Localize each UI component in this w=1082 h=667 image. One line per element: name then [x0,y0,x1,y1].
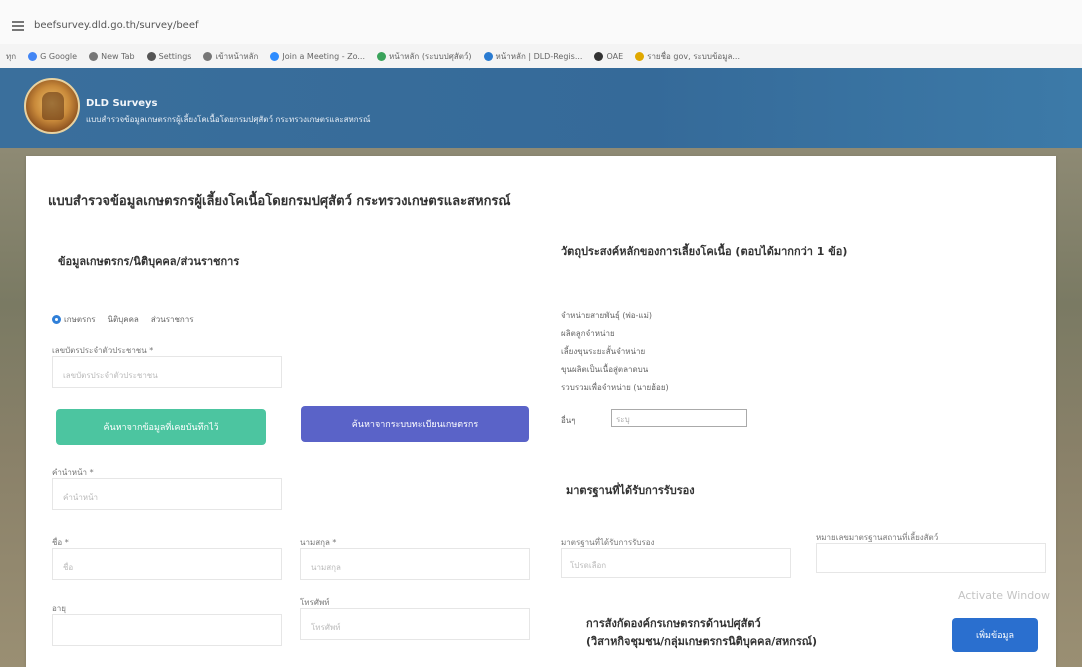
standard-select[interactable]: โปรดเลือก [561,548,791,578]
bookmark-oae[interactable]: OAE [594,51,623,61]
purpose-option-short-fattening[interactable]: เลี้ยงขุนระยะสั้นจำหน่าย [561,345,645,358]
globe-icon [89,51,99,61]
site-subtitle: แบบสำรวจข้อมูลเกษตรกรผู้เลี้ยงโคเนื้อโดย… [86,115,371,124]
standards-section-title: มาตรฐานที่ได้รับการรับรอง [566,484,695,497]
purpose-option-trader[interactable]: รวบรวมเพื่อจำหน่าย (นายฮ้อย) [561,381,669,394]
apps-icon [635,51,645,61]
survey-form-card: แบบสำรวจข้อมูลเกษตรกรผู้เลี้ยงโคเนื้อโดย… [26,156,1056,667]
globe-icon [594,51,604,61]
prefix-input[interactable]: คำนำหน้า [52,478,282,510]
site-info-icon[interactable] [12,20,24,31]
bookmark-gov[interactable]: รายชื่อ gov, ระบบข้อมูล... [635,50,740,63]
id-card-input[interactable]: เลขบัตรประจำตัวประชาชน [52,356,282,388]
radio-selected-icon [52,315,61,324]
add-affiliation-button[interactable]: เพิ่มข้อมูล [952,618,1038,652]
bookmark-google[interactable]: G Google [28,51,77,61]
bookmark-zoom[interactable]: Join a Meeting - Zo... [270,51,365,61]
bookmark-settings[interactable]: Settings [146,51,191,61]
google-icon [28,51,38,61]
windows-activation-watermark: Activate Window [958,589,1050,602]
bookmark-dld-regis[interactable]: หน้าหลัก | DLD-Regis... [483,50,582,63]
farmer-type-radio-group: เกษตรกร นิติบุคคล ส่วนราชการ [52,313,194,326]
lastname-input[interactable]: นามสกุล [300,548,530,580]
site-header: DLD Surveys แบบสำรวจข้อมูลเกษตรกรผู้เลี้… [0,68,1082,148]
affiliation-title-line2: (วิสาหกิจชุมชน/กลุ่มเกษตรกรนิติบุคคล/สหก… [586,635,817,648]
purpose-option-breeding[interactable]: จำหน่ายสายพันธุ์ (พ่อ-แม่) [561,309,652,322]
leaf-icon [377,51,387,61]
affiliation-title-line1: การสังกัดองค์กรเกษตรกรด้านปศุสัตว์ [586,617,761,630]
site-title[interactable]: DLD Surveys [86,98,157,109]
phone-input[interactable]: โทรศัพท์ [300,608,530,640]
bookmark-new-tab[interactable]: New Tab [89,51,135,61]
dld-logo[interactable] [24,78,80,134]
purpose-section-title: วัตถุประสงค์หลักของการเลี้ยงโคเนื้อ (ตอบ… [561,245,848,258]
radio-juristic[interactable]: นิติบุคคล [107,313,138,326]
apps-shortcut[interactable]: ทุก [6,50,16,63]
form-title: แบบสำรวจข้อมูลเกษตรกรผู้เลี้ยงโคเนื้อโดย… [48,194,511,209]
gear-icon [146,51,156,61]
radio-government[interactable]: ส่วนราชการ [151,313,194,326]
certificate-number-input[interactable] [816,543,1046,573]
purpose-option-calves[interactable]: ผลิตลูกจำหน่าย [561,327,615,340]
firstname-input[interactable]: ชื่อ [52,548,282,580]
radio-farmer[interactable]: เกษตรกร [52,313,95,326]
url-text[interactable]: beefsurvey.dld.go.th/survey/beef [34,20,199,31]
zoom-icon [270,51,280,61]
url-row: beefsurvey.dld.go.th/survey/beef [12,20,199,31]
search-saved-data-button[interactable]: ค้นหาจากข้อมูลที่เคยบันทึกไว้ [56,409,266,445]
purpose-other-input[interactable]: ระบุ [611,409,747,427]
purpose-other-label: อื่นๆ [561,416,576,425]
farmer-section-title: ข้อมูลเกษตรกร/นิติบุคคล/ส่วนราชการ [58,255,240,268]
bookmark-livestock[interactable]: หน้าหลัก (ระบบปศุสัตว์) [377,50,472,63]
search-registry-button[interactable]: ค้นหาจากระบบทะเบียนเกษตรกร [301,406,529,442]
age-input[interactable] [52,614,282,646]
bookmarks-bar: ทุก G Google New Tab Settings เข้าหน้าหล… [0,44,1082,68]
purpose-option-premium-beef[interactable]: ขุนผลิตเป็นเนื้อสู่ตลาดบน [561,363,648,376]
globe-icon [203,51,213,61]
grid-icon [483,51,493,61]
bookmark-home[interactable]: เข้าหน้าหลัก [203,50,258,63]
